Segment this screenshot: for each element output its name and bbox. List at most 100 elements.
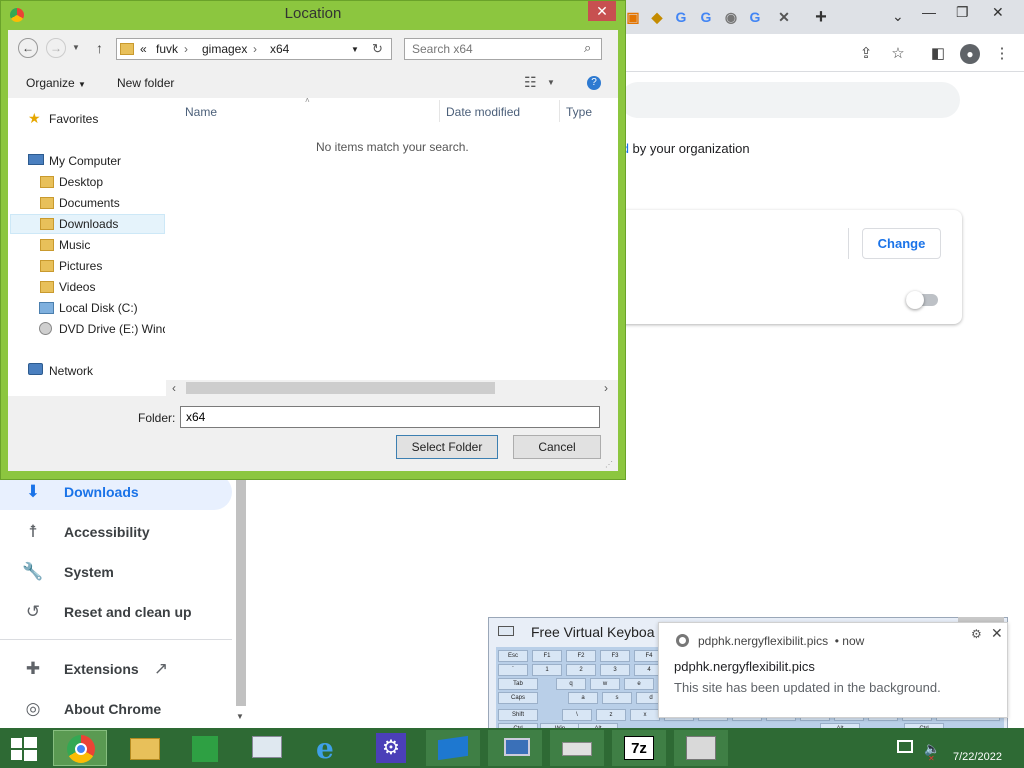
- tree-item-favorites[interactable]: Favorites: [49, 112, 98, 126]
- view-options-icon[interactable]: ☷: [524, 74, 537, 91]
- taskbar-virtual-keyboard[interactable]: [550, 730, 604, 766]
- key-2[interactable]: 2: [566, 664, 596, 676]
- tree-item-pictures[interactable]: Pictures: [59, 259, 102, 273]
- scroll-down-arrow-icon[interactable]: ▼: [236, 712, 244, 721]
- toggle-knob[interactable]: [906, 291, 924, 309]
- select-folder-button[interactable]: Select Folder: [396, 435, 498, 459]
- tree-item-videos[interactable]: Videos: [59, 280, 95, 294]
- tree-item-documents[interactable]: Documents: [59, 196, 120, 210]
- tree-item-downloads[interactable]: Downloads: [59, 217, 118, 231]
- column-divider[interactable]: [439, 100, 440, 122]
- tree-item-local-disk[interactable]: Local Disk (C:): [59, 301, 138, 315]
- key-f2[interactable]: F2: [566, 650, 596, 662]
- key-esc[interactable]: Esc: [498, 650, 528, 662]
- taskbar-7zip[interactable]: 7z: [612, 730, 666, 766]
- scroll-right-icon[interactable]: ›: [604, 381, 608, 395]
- organize-button[interactable]: Organize ▼: [26, 76, 86, 90]
- settings-search[interactable]: [620, 82, 960, 118]
- nav-item-system[interactable]: 🔧 System: [0, 554, 232, 590]
- new-folder-button[interactable]: New folder: [117, 76, 174, 90]
- taskbar-chrome[interactable]: [53, 730, 107, 766]
- tree-item-desktop[interactable]: Desktop: [59, 175, 103, 189]
- bookmark-star-icon[interactable]: ☆: [888, 44, 908, 62]
- scroll-left-icon[interactable]: ‹: [172, 381, 176, 395]
- nav-item-accessibility[interactable]: ☨ Accessibility: [0, 514, 232, 550]
- restore-icon[interactable]: ❐: [956, 4, 969, 21]
- help-icon[interactable]: ?: [587, 76, 601, 90]
- column-header-date[interactable]: Date modified: [446, 105, 520, 119]
- google-tab-icon[interactable]: G: [697, 8, 715, 26]
- close-tab-icon[interactable]: ✕: [775, 8, 793, 26]
- breadcrumb-item[interactable]: gimagex: [202, 42, 247, 56]
- breadcrumb-item[interactable]: x64: [270, 42, 289, 56]
- new-tab-button[interactable]: +: [812, 7, 830, 27]
- breadcrumb-separator-icon[interactable]: ›: [184, 42, 188, 56]
- nav-item-reset[interactable]: ↺ Reset and clean up: [0, 594, 232, 630]
- profile-avatar[interactable]: ●: [960, 44, 980, 64]
- key-shift[interactable]: Shift: [498, 709, 538, 721]
- key-f3[interactable]: F3: [600, 650, 630, 662]
- tab-favicon-icon[interactable]: ▣: [624, 8, 642, 26]
- key-s[interactable]: s: [602, 692, 632, 704]
- key-q[interactable]: q: [556, 678, 586, 690]
- key-w[interactable]: w: [590, 678, 620, 690]
- tree-item-network[interactable]: Network: [49, 364, 93, 378]
- search-icon[interactable]: ⌕: [584, 40, 591, 56]
- column-header-name[interactable]: Name: [185, 105, 217, 119]
- tree-item-music[interactable]: Music: [59, 238, 90, 252]
- breadcrumb-separator-icon[interactable]: ›: [253, 42, 257, 56]
- column-divider[interactable]: [559, 100, 560, 122]
- close-window-icon[interactable]: ✕: [992, 4, 1004, 21]
- refresh-icon[interactable]: ↻: [372, 41, 383, 57]
- view-dropdown-icon[interactable]: ▼: [547, 78, 555, 87]
- key-sym[interactable]: \: [562, 709, 592, 721]
- tree-item-my-computer[interactable]: My Computer: [49, 154, 121, 168]
- key-3[interactable]: 3: [600, 664, 630, 676]
- key-x[interactable]: x: [630, 709, 660, 721]
- taskbar-app[interactable]: [426, 730, 480, 766]
- taskbar-performance[interactable]: [240, 730, 294, 766]
- key-a[interactable]: a: [568, 692, 598, 704]
- network-tray-icon[interactable]: [897, 740, 913, 753]
- address-dropdown-icon[interactable]: ▼: [351, 45, 359, 54]
- key-caps[interactable]: Caps: [498, 692, 538, 704]
- key-e[interactable]: e: [624, 678, 654, 690]
- share-icon[interactable]: ⇪: [856, 44, 876, 62]
- scroll-thumb[interactable]: [186, 382, 495, 394]
- google-tab-icon[interactable]: G: [672, 8, 690, 26]
- cancel-button[interactable]: Cancel: [513, 435, 601, 459]
- tree-item-dvd-drive[interactable]: DVD Drive (E:) Windo: [59, 322, 165, 336]
- start-button[interactable]: [8, 736, 38, 762]
- forward-button[interactable]: →: [46, 38, 66, 58]
- folder-input[interactable]: [180, 406, 600, 428]
- breadcrumb-item[interactable]: fuvk: [156, 42, 178, 56]
- close-icon[interactable]: ✕: [991, 625, 1003, 642]
- taskbar-settings[interactable]: ⚙: [364, 730, 418, 766]
- taskbar-clock[interactable]: 7/22/2022: [953, 751, 1002, 763]
- key-z[interactable]: z: [596, 709, 626, 721]
- taskbar-store[interactable]: [178, 730, 232, 766]
- back-button[interactable]: ←: [18, 38, 38, 58]
- taskbar-app-window[interactable]: [674, 730, 728, 766]
- taskbar-remote-desktop[interactable]: [488, 730, 542, 766]
- gear-icon[interactable]: ⚙: [971, 627, 982, 641]
- taskbar-internet-explorer[interactable]: e: [302, 730, 356, 766]
- column-header-type[interactable]: Type: [566, 105, 592, 119]
- key-1[interactable]: 1: [532, 664, 562, 676]
- resize-grip-icon[interactable]: ⋰: [605, 460, 613, 469]
- recent-locations-icon[interactable]: ▼: [72, 43, 80, 52]
- minimize-icon[interactable]: —: [922, 4, 936, 20]
- key-sym[interactable]: `: [498, 664, 528, 676]
- nav-item-extensions[interactable]: ✚ Extensions ↗: [0, 651, 232, 687]
- dialog-close-button[interactable]: ✕: [588, 1, 616, 21]
- breadcrumb-overflow[interactable]: «: [140, 42, 147, 56]
- nav-item-about[interactable]: ◎ About Chrome: [0, 691, 232, 727]
- up-button[interactable]: ↑: [96, 40, 103, 56]
- nav-scrollbar[interactable]: [236, 478, 246, 706]
- key-f1[interactable]: F1: [532, 650, 562, 662]
- menu-kebab-icon[interactable]: ⋮: [992, 44, 1012, 62]
- tab-search-icon[interactable]: ⌄: [892, 8, 904, 25]
- key-tab[interactable]: Tab: [498, 678, 538, 690]
- taskbar-file-explorer[interactable]: [118, 730, 172, 766]
- globe-tab-icon[interactable]: ◉: [722, 8, 740, 26]
